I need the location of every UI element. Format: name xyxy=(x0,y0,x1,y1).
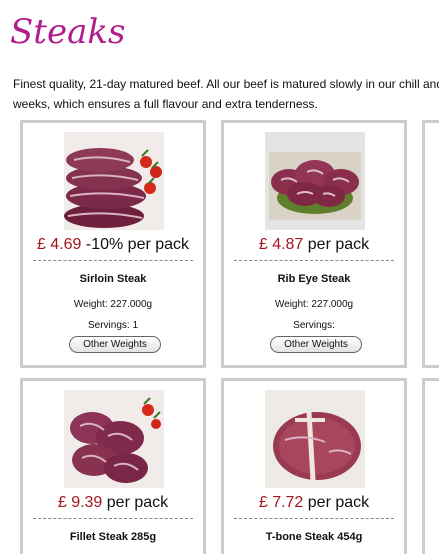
price-line: £ 9.39 per pack xyxy=(23,493,203,513)
price-line: £ 4.69 -10% per pack xyxy=(23,235,203,255)
price: £ 4.69 xyxy=(36,236,82,253)
price-suffix: per pack xyxy=(303,236,370,253)
product-weight: Weight: 227.000g xyxy=(73,299,153,310)
price: £ 9.39 xyxy=(57,494,103,511)
other-weights-button[interactable]: Other Weights xyxy=(270,336,362,353)
product-name[interactable]: Fillet Steak 285g xyxy=(23,531,203,543)
product-servings: Servings: xyxy=(293,320,335,331)
product-card-rib-eye: £ 4.87 per pack Rib Eye Steak Weight: 22… xyxy=(221,120,407,368)
steaks-page: Steaks Finest quality, 21-day matured be… xyxy=(0,0,439,554)
dashed-divider xyxy=(33,260,193,261)
product-image-sirloin[interactable] xyxy=(64,132,164,230)
product-name[interactable]: T-bone Steak 454g xyxy=(224,531,404,543)
product-card-sirloin: £ 4.69 -10% per pack Sirloin Steak Weigh… xyxy=(20,120,206,368)
product-card-partial xyxy=(422,120,439,368)
dashed-divider xyxy=(33,518,193,519)
price: £ 7.72 xyxy=(258,494,304,511)
product-card-t-bone: £ 7.72 per pack T-bone Steak 454g xyxy=(221,378,407,554)
product-image-fillet[interactable] xyxy=(64,390,164,488)
price-suffix: per pack xyxy=(303,494,370,511)
product-name[interactable]: Sirloin Steak xyxy=(23,273,203,285)
page-title: Steaks xyxy=(10,12,126,52)
dashed-divider xyxy=(234,518,394,519)
other-weights-button[interactable]: Other Weights xyxy=(69,336,161,353)
product-servings: Servings: 1 xyxy=(87,320,139,331)
product-weight: Weight: 227.000g xyxy=(274,299,354,310)
product-name[interactable]: Rib Eye Steak xyxy=(224,273,404,285)
product-card-fillet: £ 9.39 per pack Fillet Steak 285g xyxy=(20,378,206,554)
intro-line-2: weeks, which ensures a full flavour and … xyxy=(13,97,318,111)
product-image-rib-eye[interactable] xyxy=(265,132,365,230)
intro-line-1: Finest quality, 21-day matured beef. All… xyxy=(13,77,439,91)
product-image-t-bone[interactable] xyxy=(265,390,365,488)
price-line: £ 4.87 per pack xyxy=(224,235,404,255)
intro-text: Finest quality, 21-day matured beef. All… xyxy=(13,74,439,114)
price-suffix: per pack xyxy=(102,494,169,511)
price-line: £ 7.72 per pack xyxy=(224,493,404,513)
price-suffix: -10% per pack xyxy=(81,236,190,253)
dashed-divider xyxy=(234,260,394,261)
price: £ 4.87 xyxy=(258,236,304,253)
product-card-partial xyxy=(422,378,439,554)
